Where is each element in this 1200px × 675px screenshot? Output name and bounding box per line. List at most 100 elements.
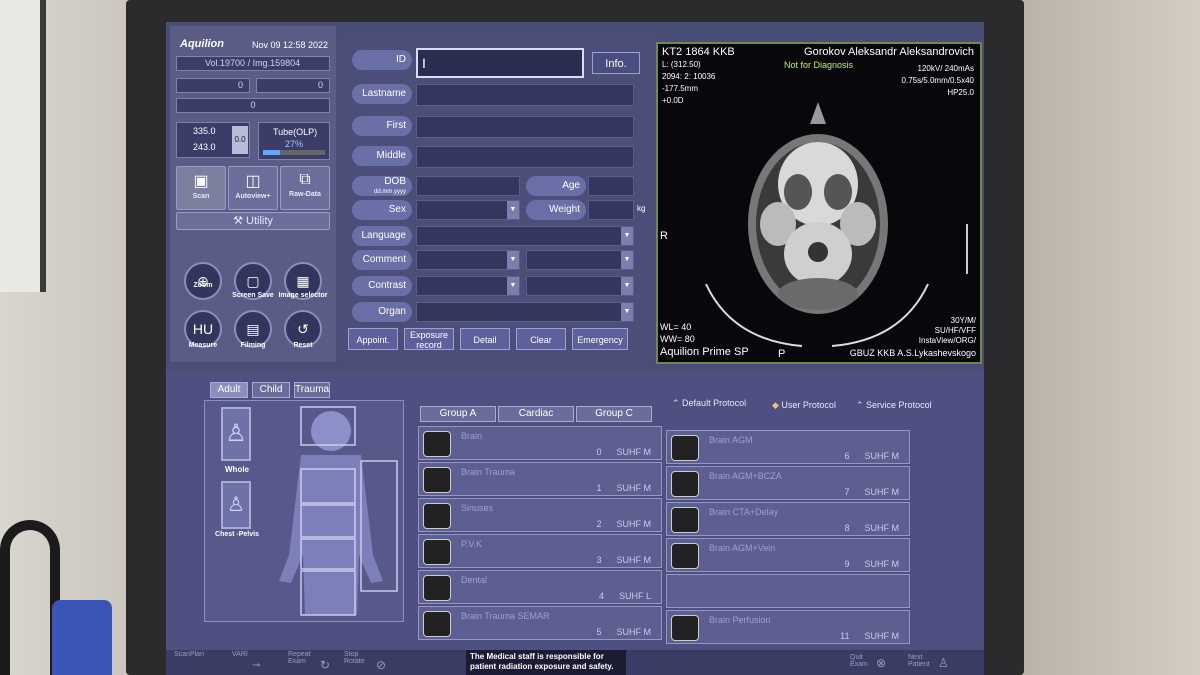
- dob-input[interactable]: [416, 176, 520, 196]
- user-protocol-option[interactable]: ◆ User Protocol: [772, 400, 836, 411]
- protocol-code: 4 SUHF L: [599, 591, 651, 601]
- weight-input[interactable]: [588, 200, 634, 220]
- user-protocol-label: User Protocol: [781, 400, 836, 410]
- patient-registration-form: ID I Info. Lastname First Middle DOB dd.…: [342, 36, 654, 362]
- protocol-item[interactable]: Brain AGM 6 SUHF M: [666, 430, 910, 464]
- chevron-down-icon: ▼: [621, 227, 633, 245]
- language-select[interactable]: ▼: [416, 226, 634, 246]
- tab-group-a[interactable]: Group A: [420, 406, 496, 422]
- counter-a: 0: [176, 78, 250, 93]
- vari-button[interactable]: VARI ⊸: [230, 650, 280, 675]
- scanplan-label: ScanPlan: [174, 651, 204, 658]
- lastname-input[interactable]: [416, 84, 634, 106]
- protocol-item[interactable]: P.V.K 3 SUHF M: [418, 534, 662, 568]
- chest-pelvis-icon[interactable]: ♙: [221, 481, 251, 529]
- dob-label-text: DOB: [384, 176, 406, 187]
- quit-exam-label: Quit Exam: [850, 654, 868, 668]
- protocol-name: Brain AGM: [709, 435, 753, 445]
- table-position-offset: 0.0: [232, 126, 248, 154]
- tab-adult[interactable]: Adult: [210, 382, 248, 398]
- person-icon: ♙: [938, 656, 949, 670]
- utility-button[interactable]: ⚒ Utility: [176, 212, 330, 230]
- protocol-item[interactable]: Brain Trauma SEMAR 5 SUHF M: [418, 606, 662, 640]
- contrast-select-1[interactable]: ▼: [416, 276, 520, 296]
- text-cursor-icon: I: [422, 55, 426, 71]
- service-protocol-option[interactable]: ⌃ Service Protocol: [856, 400, 932, 411]
- patient-orientation: SU/HF/VFF: [934, 326, 976, 335]
- tab-cardiac[interactable]: Cardiac: [498, 406, 574, 422]
- protocol-name: Brain CTA+Delay: [709, 507, 779, 517]
- exposure-record-button[interactable]: Exposure record: [404, 328, 454, 350]
- protocol-number: 1: [596, 483, 602, 493]
- protocol-item[interactable]: Brain 0 SUHF M: [418, 426, 662, 460]
- comment-select-1[interactable]: ▼: [416, 250, 520, 270]
- protocol-code: 9 SUHF M: [844, 559, 899, 569]
- repeat-exam-button[interactable]: Repeat Exam ↻: [286, 650, 336, 675]
- protocol-code: 1 SUHF M: [596, 483, 651, 493]
- patient-name: Gorokov Aleksandr Aleksandrovich: [804, 46, 974, 58]
- organ-select[interactable]: ▼: [416, 302, 634, 322]
- orientation-posterior-marker: P: [778, 348, 786, 360]
- protocol-number: 3: [596, 555, 602, 565]
- protocol-tag: SUHF M: [616, 519, 652, 529]
- protocol-item[interactable]: Brain CTA+Delay 8 SUHF M: [666, 502, 910, 536]
- tube-bar-fill: [263, 150, 280, 155]
- protocol-item[interactable]: Brain Trauma 1 SUHF M: [418, 462, 662, 496]
- stop-rotate-label: Stop Rotate: [344, 651, 365, 665]
- protocol-item[interactable]: Dental 4 SUHF L: [418, 570, 662, 604]
- zoom-icon[interactable]: ⊕: [184, 262, 222, 300]
- middle-name-input[interactable]: [416, 146, 634, 168]
- info-button[interactable]: Info.: [592, 52, 640, 74]
- whole-body-icon[interactable]: ♙: [221, 407, 251, 461]
- middle-label: Middle: [352, 146, 412, 166]
- default-protocol-label: Default Protocol: [682, 398, 747, 408]
- protocol-item-empty[interactable]: [666, 574, 910, 608]
- skull-thumbnail-icon: [423, 539, 451, 565]
- default-protocol-option[interactable]: ⌃ Default Protocol: [672, 398, 746, 409]
- raw-data-button[interactable]: ⧉ Raw-Data: [280, 166, 330, 210]
- couch-arc: [705, 283, 929, 347]
- not-for-diagnosis-warning: Not for Diagnosis: [784, 60, 854, 70]
- protocol-code: 11 SUHF M: [840, 631, 899, 641]
- first-name-input[interactable]: [416, 116, 634, 138]
- emergency-button[interactable]: Emergency: [572, 328, 628, 350]
- protocol-name: Brain Perfusion: [709, 615, 771, 625]
- contrast-select-2[interactable]: ▼: [526, 276, 634, 296]
- tab-trauma[interactable]: Trauma: [294, 382, 330, 398]
- scanplan-button[interactable]: ScanPlan: [172, 650, 224, 675]
- room-window: [0, 0, 46, 292]
- scan-button[interactable]: ▣ Scan: [176, 166, 226, 210]
- protocol-code: 2 SUHF M: [596, 519, 651, 529]
- protocol-code: 5 SUHF M: [596, 627, 651, 637]
- id-input[interactable]: I: [416, 48, 584, 78]
- comment-select-2[interactable]: ▼: [526, 250, 634, 270]
- tab-child[interactable]: Child: [252, 382, 290, 398]
- clear-button[interactable]: Clear: [516, 328, 566, 350]
- tab-group-c[interactable]: Group C: [576, 406, 652, 422]
- protocol-code: 6 SUHF M: [844, 451, 899, 461]
- body-silhouette[interactable]: [261, 405, 401, 619]
- vessel-thumbnail-icon: [671, 507, 699, 533]
- protocol-item[interactable]: Sinuses 2 SUHF M: [418, 498, 662, 532]
- quit-exam-button[interactable]: Quit Exam ⊗: [846, 650, 896, 675]
- sex-select[interactable]: ▼: [416, 200, 520, 220]
- whole-label: Whole: [225, 465, 249, 474]
- stop-rotate-button[interactable]: Stop Rotate ⊘: [342, 650, 392, 675]
- autoview-button[interactable]: ◫ Autoview+: [228, 166, 278, 210]
- next-patient-button[interactable]: Next Patient ♙: [904, 650, 958, 675]
- ct-image-viewer[interactable]: KT2 1864 KKB L: (312.50) 2094: 2: 10036 …: [656, 42, 982, 364]
- bottom-toolbar: ScanPlan VARI ⊸ Repeat Exam ↻ Stop Rotate ⊘…: [166, 650, 984, 675]
- detail-button[interactable]: Detail: [460, 328, 510, 350]
- protocol-item[interactable]: Brain AGM+Vein 9 SUHF M: [666, 538, 910, 572]
- volume-image-row: Vol.19700 / Img.159804: [176, 56, 330, 71]
- protocol-item[interactable]: Brain AGM+BCZA 7 SUHF M: [666, 466, 910, 500]
- age-input[interactable]: [588, 176, 634, 196]
- dental-thumbnail-icon: [423, 575, 451, 601]
- protocol-item[interactable]: Brain Perfusion 11 SUHF M: [666, 610, 910, 644]
- protocol-name: Brain Trauma: [461, 467, 516, 477]
- tube-label: Tube(OLP): [273, 127, 318, 137]
- protocol-number: 7: [844, 487, 850, 497]
- repeat-exam-label: Repeat Exam: [288, 651, 311, 665]
- patient-age-sex: 30Y/M/: [950, 316, 976, 325]
- appoint-button[interactable]: Appoint.: [348, 328, 398, 350]
